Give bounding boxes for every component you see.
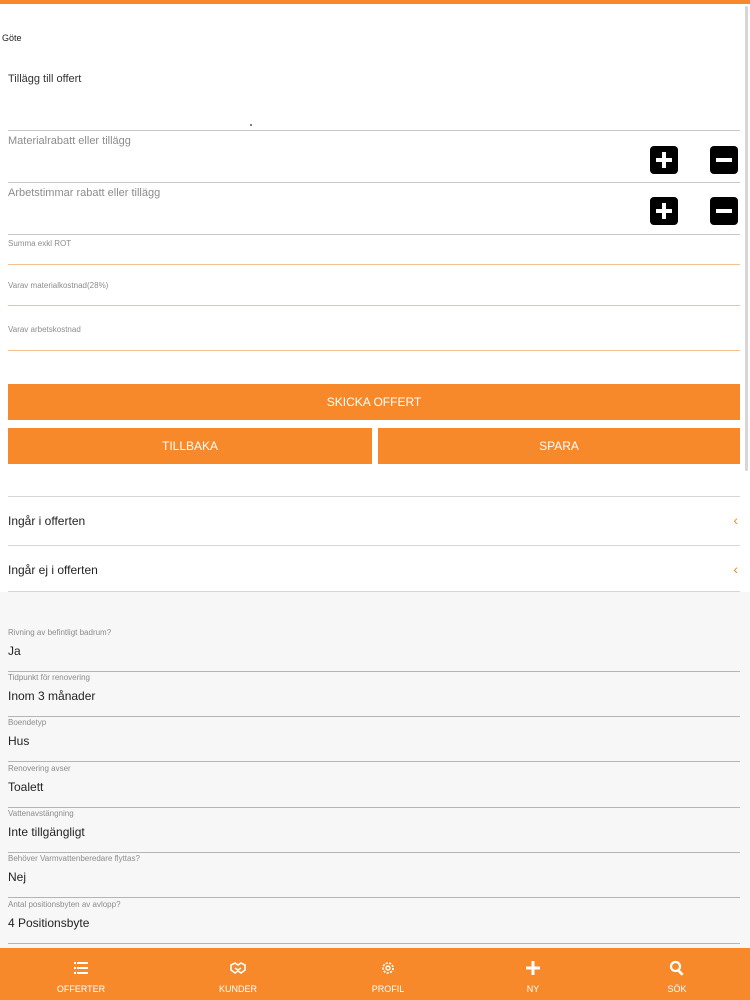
labor-cost-label: Varav arbetskostnad <box>8 325 81 334</box>
detail-answer: Ja <box>8 644 21 658</box>
labor-plus-button[interactable] <box>650 197 678 225</box>
labor-cost-field[interactable]: Varav arbetskostnad <box>8 325 740 351</box>
chevron-left-icon: ‹ <box>733 561 738 577</box>
material-adjust-field[interactable]: Materialrabatt eller tillägg <box>8 134 740 183</box>
nav-new-label: NY <box>526 984 540 994</box>
section-included-label: Ingår i offerten <box>8 514 86 528</box>
nav-profile[interactable]: PROFIL <box>338 948 438 1000</box>
nav-customers-label: KUNDER <box>218 984 257 994</box>
send-offer-button[interactable]: SKICKA OFFERT <box>8 384 740 420</box>
labor-minus-button[interactable] <box>710 197 738 225</box>
detail-row: Boendetyp Hus <box>8 718 740 762</box>
search-icon <box>669 960 684 976</box>
save-label: SPARA <box>539 439 579 453</box>
offer-addition-field[interactable]: Tillägg till offert <box>8 70 740 131</box>
sum-excl-rot-label: Summa exkl ROT <box>8 239 72 248</box>
material-cost-field[interactable]: Varav materialkostnad(28%) <box>8 281 740 306</box>
plus-icon <box>526 961 540 975</box>
detail-answer: Nej <box>8 870 27 884</box>
detail-question: Renovering avser <box>8 764 71 773</box>
detail-answer: Toalett <box>8 780 44 794</box>
minus-icon <box>716 158 732 162</box>
detail-question: Rivning av befintligt badrum? <box>8 628 112 637</box>
detail-row: Rivning av befintligt badrum? Ja <box>8 628 740 672</box>
save-button[interactable]: SPARA <box>378 428 740 464</box>
customer-name: Göte <box>2 33 22 43</box>
detail-question: Antal positionsbyten av avlopp? <box>8 900 121 909</box>
back-label: TILLBAKA <box>161 439 219 453</box>
material-plus-button[interactable] <box>650 146 678 174</box>
detail-answer: Hus <box>8 734 30 748</box>
back-button[interactable]: TILLBAKA <box>8 428 372 464</box>
section-excluded-label: Ingår ej i offerten <box>8 563 98 577</box>
bottom-navigation: OFFERTER KUNDER PROFIL NY SÖK <box>0 948 750 1000</box>
top-accent-bar <box>0 0 750 4</box>
section-excluded[interactable]: Ingår ej i offerten ‹ <box>8 546 740 594</box>
offer-addition-text: Tillägg till offert <box>8 73 82 85</box>
list-icon <box>74 962 88 974</box>
detail-answer: Inom 3 månader <box>8 689 96 703</box>
detail-row: Behöver Varmvattenberedare flyttas? Nej <box>8 854 740 898</box>
send-offer-label: SKICKA OFFERT <box>326 395 422 409</box>
nav-customers[interactable]: KUNDER <box>188 948 288 1000</box>
detail-question: Vattenavstängning <box>8 809 74 818</box>
detail-row: Tidpunkt för renovering Inom 3 månader <box>8 673 740 717</box>
gear-icon <box>382 962 394 974</box>
detail-answer: Inte tillgängligt <box>8 825 85 839</box>
detail-question: Tidpunkt för renovering <box>8 673 90 682</box>
material-cost-label: Varav materialkostnad(28%) <box>8 281 109 290</box>
detail-row: Antal positionsbyten av avlopp? 4 Positi… <box>8 900 740 944</box>
labor-adjust-placeholder: Arbetstimmar rabatt eller tillägg <box>8 187 161 199</box>
nav-new[interactable]: NY <box>483 948 583 1000</box>
nav-offers[interactable]: OFFERTER <box>31 948 131 1000</box>
detail-question: Boendetyp <box>8 718 47 727</box>
chevron-left-icon: ‹ <box>733 512 738 528</box>
detail-row: Vattenavstängning Inte tillgängligt <box>8 809 740 853</box>
nav-search[interactable]: SÖK <box>627 948 727 1000</box>
nav-profile-label: PROFIL <box>371 984 405 994</box>
material-minus-button[interactable] <box>710 146 738 174</box>
nav-search-label: SÖK <box>667 984 687 994</box>
text-cursor <box>250 124 252 126</box>
sum-excl-rot-field[interactable]: Summa exkl ROT <box>8 239 740 265</box>
handshake-icon <box>230 962 246 974</box>
nav-offers-label: OFFERTER <box>56 984 106 994</box>
material-adjust-placeholder: Materialrabatt eller tillägg <box>8 135 131 147</box>
section-included[interactable]: Ingår i offerten ‹ <box>8 497 740 545</box>
detail-answer: 4 Positionsbyte <box>8 916 90 930</box>
detail-question: Behöver Varmvattenberedare flyttas? <box>8 854 140 863</box>
minus-icon <box>716 209 732 213</box>
detail-row: Renovering avser Toalett <box>8 764 740 808</box>
labor-adjust-field[interactable]: Arbetstimmar rabatt eller tillägg <box>8 186 740 235</box>
scrollbar[interactable] <box>745 6 748 471</box>
